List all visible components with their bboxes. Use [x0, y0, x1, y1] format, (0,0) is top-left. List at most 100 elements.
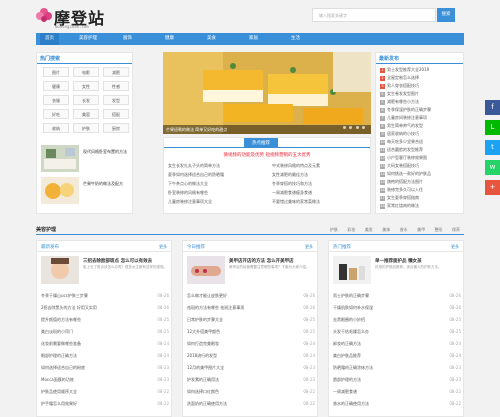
side-post[interactable]: 芒果牛奶的做法及配方 — [41, 177, 131, 205]
tag[interactable]: 厨房 — [103, 123, 129, 133]
section-tab[interactable]: 美甲 — [417, 227, 425, 233]
list-item[interactable]: 下午茶点心的做法大全 — [168, 181, 208, 187]
section-tab[interactable]: 美体 — [382, 227, 390, 233]
list-item[interactable]: 女性减肥的最佳方法 — [272, 172, 308, 178]
line-icon[interactable]: L — [485, 120, 500, 135]
rank-item[interactable]: 13 大码女装搭配技巧 — [380, 163, 419, 169]
nav-item-food[interactable]: 美食 — [202, 33, 221, 45]
list-item[interactable]: 卸妆的正确方法 08-24 — [333, 341, 461, 349]
list-item[interactable]: 护肤品使用顺序大全 08-22 — [41, 389, 169, 397]
list-item[interactable]: 不要错过美味的家常菜做法 — [272, 199, 320, 205]
section-tab[interactable]: 彩妆 — [347, 227, 355, 233]
tag[interactable]: 电影 — [73, 67, 99, 77]
site-logo[interactable]: 摩登站 modengzhan.com — [36, 4, 136, 30]
rank-item[interactable]: 18 家常红烧肉的做法 — [380, 203, 419, 209]
search-input[interactable]: 输入搜索关键字 — [312, 8, 436, 22]
section-tab[interactable]: 整形 — [435, 227, 443, 233]
twitter-icon[interactable]: t — [485, 140, 500, 155]
column-feature[interactable]: 单一推荐面护品 懒女孩 好用的护肤品推荐，适合懒人的护肤方法。 — [333, 256, 461, 284]
list-item[interactable]: 如何选择适合自己的粉底 08-23 — [41, 365, 169, 373]
section-tab[interactable]: 护肤 — [330, 227, 338, 233]
list-item[interactable]: 日常护肤的步骤大全 08-25 — [187, 317, 315, 325]
list-item[interactable]: 祛斑的方法有哪些 祛斑注意事项 08-26 — [187, 305, 315, 313]
list-item[interactable]: 冬季干燥山ucc护肤三步骤 08-26 — [41, 293, 169, 301]
tag[interactable]: 收纳 — [43, 123, 69, 133]
rank-item[interactable]: 3 男人穿衣搭配技巧 — [380, 83, 419, 89]
rank-item[interactable]: 17 女生夏季穿搭指南 — [380, 195, 419, 201]
list-item[interactable]: 护手霜怎么用效果好 08-22 — [41, 401, 169, 409]
tag[interactable]: 健康 — [43, 81, 69, 91]
rank-item[interactable]: 5 减肥有哪些小方法 — [380, 99, 419, 105]
list-item[interactable]: 男士护肤的正确步骤 08-26 — [333, 293, 461, 301]
more-link[interactable]: 更多 — [159, 244, 167, 250]
rank-item[interactable]: 12 小户型客厅装修效果图 — [380, 155, 427, 161]
tag[interactable]: 搭配 — [103, 109, 129, 119]
slider-dot[interactable] — [362, 126, 365, 129]
tag[interactable]: 衣服 — [43, 95, 69, 105]
rank-item[interactable]: 6 冬季保湿护肤的正确步骤 — [380, 107, 431, 113]
list-item[interactable]: 化妆前需要做哪些准备 08-24 — [41, 341, 169, 349]
list-item[interactable]: 12月的美甲图片大全 08-23 — [187, 365, 315, 373]
hot-feature-link[interactable]: 微视频的功能及优势 短视频营销的五大优势 — [164, 152, 370, 158]
tag[interactable]: 护肤 — [73, 123, 99, 133]
tag[interactable]: 好吃 — [43, 109, 69, 119]
list-item[interactable]: 头发干枯毛躁怎么办 08-25 — [333, 329, 461, 337]
list-item[interactable]: 一周减肥食谱瘦身食谱 — [272, 190, 312, 196]
list-item[interactable]: 冬季穿搭的技巧和方法 — [272, 181, 312, 187]
rank-item[interactable]: 16 装修完多久可以入住 — [380, 187, 423, 193]
section-tab[interactable]: 美发 — [365, 227, 373, 233]
rank-item[interactable]: 15 旗袍的搭配方法图片 — [380, 179, 423, 185]
list-item[interactable]: 香水的正确使用方法 08-22 — [333, 401, 461, 409]
tag[interactable]: 美容 — [73, 109, 99, 119]
search-button[interactable]: 搜索 — [437, 8, 455, 22]
section-tab[interactable]: 保养 — [452, 227, 460, 233]
rank-item[interactable]: 10 每天吃多少坚果合适 — [380, 139, 423, 145]
list-item[interactable]: 2018流行的发型 08-24 — [187, 353, 315, 361]
more-link[interactable]: 更多 — [305, 244, 313, 250]
list-item[interactable]: 防晒霜的正确涂抹方法 08-23 — [333, 365, 461, 373]
list-item[interactable]: Mocca面膜的功效 08-23 — [41, 377, 169, 385]
tag[interactable]: 减肥 — [103, 67, 129, 77]
list-item[interactable]: 2招去除黑头的方法 好用又实用 08-26 — [41, 305, 169, 313]
list-item[interactable]: 如何打造完美眼妆 08-24 — [187, 341, 315, 349]
side-post[interactable]: 现代风格卧室布置的方法 — [41, 145, 131, 173]
nav-item-home-decor[interactable]: 家居 — [244, 33, 263, 45]
image-slider[interactable]: 芒果班戟的做法 简单又好吃的甜点 — [163, 52, 371, 134]
list-item[interactable]: 去黑眼圈的小妙招 08-25 — [333, 317, 461, 325]
nav-item-beauty[interactable]: 美容护理 — [74, 33, 102, 45]
list-item[interactable]: 12大外搭美甲颜色 08-25 — [187, 329, 315, 337]
list-item[interactable]: 洗面奶的正确使用方法 08-22 — [187, 401, 315, 409]
list-item[interactable]: 中式装修风格的特点及元素 — [272, 163, 320, 169]
rank-item[interactable]: 7 儿童房间装修注意事项 — [380, 115, 427, 121]
tag[interactable]: 发型 — [103, 95, 129, 105]
list-item[interactable]: 提升颜值的方法有哪些 08-25 — [41, 317, 169, 325]
nav-item-home[interactable]: 首页 — [40, 33, 59, 45]
list-item[interactable]: 怎么做才能让皮肤更好 08-26 — [187, 293, 315, 301]
list-item[interactable]: 美白护肤品推荐 08-24 — [333, 353, 461, 361]
whatsapp-icon[interactable]: w — [485, 160, 500, 175]
slider-dot[interactable] — [355, 126, 359, 129]
list-item[interactable]: 卧室装修的风格有哪些 — [168, 190, 208, 196]
list-item[interactable]: 如何选择口红颜色 08-22 — [187, 389, 315, 397]
section-tab[interactable]: 香水 — [400, 227, 408, 233]
list-item[interactable]: 女生长发扎丸子头的简单方法 — [168, 163, 220, 169]
rank-item[interactable]: 2 全屋定制怎么选择 — [380, 75, 419, 81]
rank-item[interactable]: 14 如何挑选一款好的护肤品 — [380, 171, 431, 177]
rank-item[interactable]: 1 男士发型推荐大全2019 — [380, 67, 429, 73]
list-item[interactable]: 儿童房装修注意事项大全 — [168, 199, 212, 205]
list-item[interactable]: 夏季如何选择适合自己的防晒霜 — [168, 172, 224, 178]
nav-item-clothing[interactable]: 服饰 — [118, 33, 137, 45]
column-feature[interactable]: 三招去除脸部斑点 怎么可以有效去 脸上长了斑点该怎么办呢？很多女生都有这样的烦恼… — [41, 256, 169, 284]
tag[interactable]: 性感 — [103, 81, 129, 91]
tag[interactable]: 长发 — [73, 95, 99, 105]
facebook-icon[interactable]: f — [485, 100, 500, 115]
tag[interactable]: 图片 — [43, 67, 69, 77]
more-link[interactable]: 更多 — [451, 244, 459, 250]
rank-item[interactable]: 11 适合圆脸的发型推荐 — [380, 147, 423, 153]
list-item[interactable]: 美白淡斑的小窍门 08-25 — [41, 329, 169, 337]
list-item[interactable]: 干燥肌肤如何补水保湿 08-26 — [333, 305, 461, 313]
more-icon[interactable]: + — [485, 180, 500, 195]
slider-dot[interactable] — [349, 126, 353, 129]
nav-item-health[interactable]: 健康 — [160, 33, 179, 45]
list-item[interactable]: 一周减肥食谱 08-22 — [333, 389, 461, 397]
